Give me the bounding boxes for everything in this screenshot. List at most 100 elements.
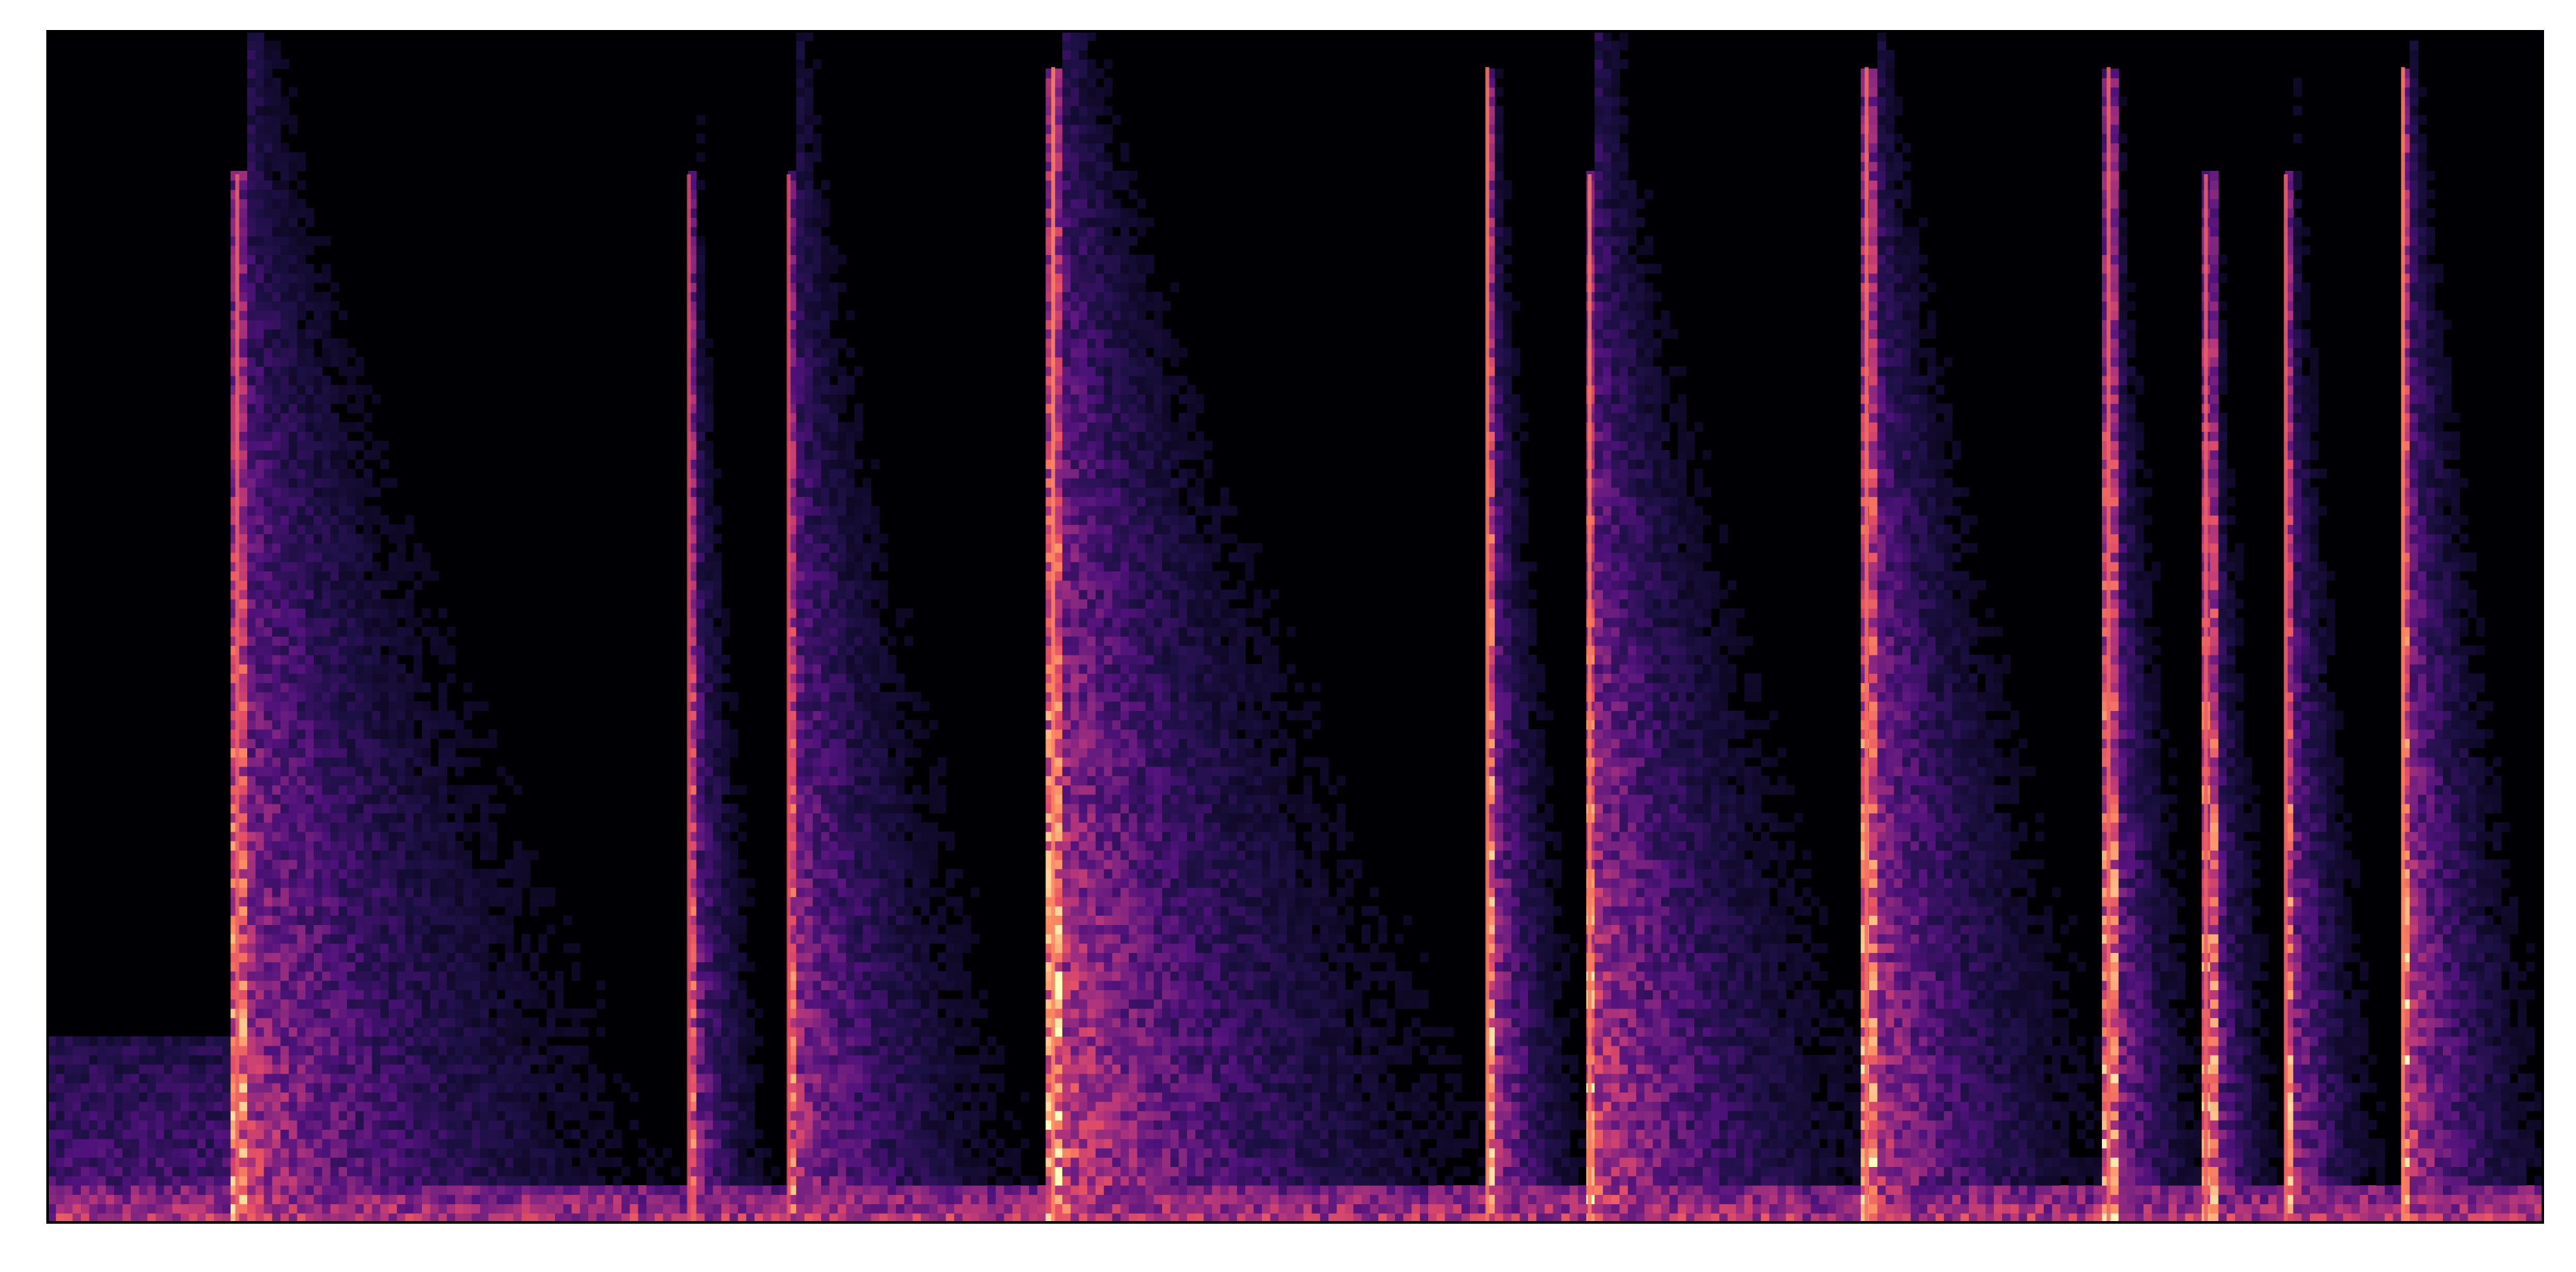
heatmap-cell bbox=[588, 1092, 597, 1102]
heatmap-cell bbox=[97, 1138, 106, 1149]
heatmap-cell bbox=[363, 599, 372, 609]
heatmap-cell bbox=[846, 794, 855, 804]
heatmap-cell bbox=[804, 1147, 813, 1158]
heatmap-cell bbox=[247, 124, 256, 134]
heatmap-cell bbox=[829, 459, 839, 470]
heatmap-cell bbox=[48, 1083, 57, 1093]
heatmap-cell bbox=[272, 208, 281, 218]
heatmap-cell bbox=[64, 1129, 73, 1140]
heatmap-cell bbox=[571, 1204, 580, 1214]
heatmap-cell bbox=[297, 636, 306, 646]
heatmap-cell bbox=[804, 729, 813, 739]
heatmap-cell bbox=[829, 348, 839, 357]
heatmap-cell bbox=[829, 440, 839, 451]
heatmap-cell bbox=[505, 896, 514, 907]
heatmap-cell bbox=[205, 1185, 215, 1195]
heatmap-cell bbox=[438, 701, 447, 711]
heatmap-cell bbox=[288, 1083, 298, 1093]
heatmap-cell bbox=[696, 710, 706, 721]
heatmap-cell bbox=[472, 701, 481, 711]
heatmap-cell bbox=[314, 776, 323, 786]
heatmap-cell bbox=[322, 1185, 331, 1195]
heatmap-cell bbox=[48, 1073, 57, 1083]
heatmap-cell bbox=[554, 999, 564, 1009]
heatmap-cell bbox=[338, 1045, 348, 1055]
heatmap-cell bbox=[272, 776, 281, 786]
heatmap-cell bbox=[188, 1204, 198, 1214]
heatmap-cell bbox=[272, 124, 281, 134]
heatmap-cell bbox=[821, 905, 830, 916]
heatmap-cell bbox=[272, 552, 281, 562]
heatmap-cell bbox=[355, 562, 365, 572]
heatmap-cell bbox=[588, 1138, 597, 1149]
heatmap-cell bbox=[796, 1083, 805, 1093]
heatmap-cell bbox=[347, 691, 356, 702]
heatmap-cell bbox=[247, 766, 256, 776]
heatmap-cell bbox=[263, 1194, 273, 1205]
heatmap-cell bbox=[255, 403, 265, 414]
heatmap-cell bbox=[837, 627, 846, 637]
heatmap-cell bbox=[305, 375, 314, 386]
heatmap-cell bbox=[214, 1120, 223, 1130]
heatmap-cell bbox=[188, 1138, 198, 1149]
heatmap-cell bbox=[530, 1027, 539, 1037]
heatmap-cell bbox=[796, 664, 805, 674]
heatmap-cell bbox=[263, 654, 273, 665]
heatmap-cell bbox=[713, 710, 722, 721]
heatmap-cell bbox=[322, 422, 331, 432]
heatmap-cell bbox=[81, 1138, 90, 1149]
heatmap-cell bbox=[330, 468, 339, 479]
heatmap-cell bbox=[181, 1110, 190, 1121]
heatmap-cell bbox=[322, 850, 331, 860]
heatmap-cell bbox=[322, 487, 331, 497]
heatmap-cell bbox=[804, 431, 813, 442]
heatmap-cell bbox=[696, 1204, 706, 1214]
heatmap-cell bbox=[272, 710, 281, 721]
heatmap-cell bbox=[829, 1120, 839, 1130]
heatmap-cell bbox=[338, 1083, 348, 1093]
heatmap-cell bbox=[247, 1055, 256, 1065]
heatmap-cell bbox=[280, 952, 290, 963]
heatmap-cell bbox=[380, 636, 389, 646]
heatmap-cell bbox=[106, 1073, 115, 1083]
heatmap-cell bbox=[721, 952, 730, 963]
heatmap-cell bbox=[513, 971, 522, 981]
heatmap-cell bbox=[297, 1073, 306, 1083]
heatmap-cell bbox=[397, 1045, 406, 1055]
heatmap-cell bbox=[813, 691, 822, 702]
heatmap-cell bbox=[463, 1194, 473, 1205]
heatmap-cell bbox=[413, 933, 423, 944]
heatmap-cell bbox=[372, 599, 381, 609]
heatmap-cell bbox=[239, 562, 248, 572]
heatmap-cell bbox=[821, 1008, 830, 1018]
heatmap-cell bbox=[288, 636, 298, 646]
heatmap-cell bbox=[380, 599, 389, 609]
heatmap-cell bbox=[55, 1157, 65, 1168]
heatmap-cell bbox=[263, 813, 273, 823]
heatmap-cell bbox=[821, 282, 830, 293]
heatmap-cell bbox=[188, 1194, 198, 1205]
heatmap-cell bbox=[837, 543, 846, 553]
heatmap-cell bbox=[455, 766, 464, 776]
heatmap-cell bbox=[255, 878, 265, 888]
heatmap-cell bbox=[255, 701, 265, 711]
heatmap-cell bbox=[188, 1166, 198, 1177]
heatmap-cell bbox=[372, 691, 381, 702]
heatmap-cell bbox=[463, 1204, 473, 1214]
heatmap-cell bbox=[297, 841, 306, 851]
heatmap-cell bbox=[188, 1129, 198, 1140]
heatmap-cell bbox=[380, 1083, 389, 1093]
heatmap-cell bbox=[272, 673, 281, 684]
heatmap-cell bbox=[255, 1018, 265, 1028]
spectrogram-plot bbox=[0, 0, 2576, 1272]
heatmap-cell bbox=[696, 1027, 706, 1037]
heatmap-cell bbox=[837, 422, 846, 432]
heatmap-cell bbox=[314, 822, 323, 832]
heatmap-cell bbox=[255, 841, 265, 851]
heatmap-cell bbox=[713, 1110, 722, 1121]
heatmap-cell bbox=[430, 636, 439, 646]
heatmap-cell bbox=[829, 412, 839, 423]
heatmap-cell bbox=[280, 766, 290, 776]
heatmap-cell bbox=[272, 785, 281, 795]
heatmap-cell bbox=[288, 1027, 298, 1037]
